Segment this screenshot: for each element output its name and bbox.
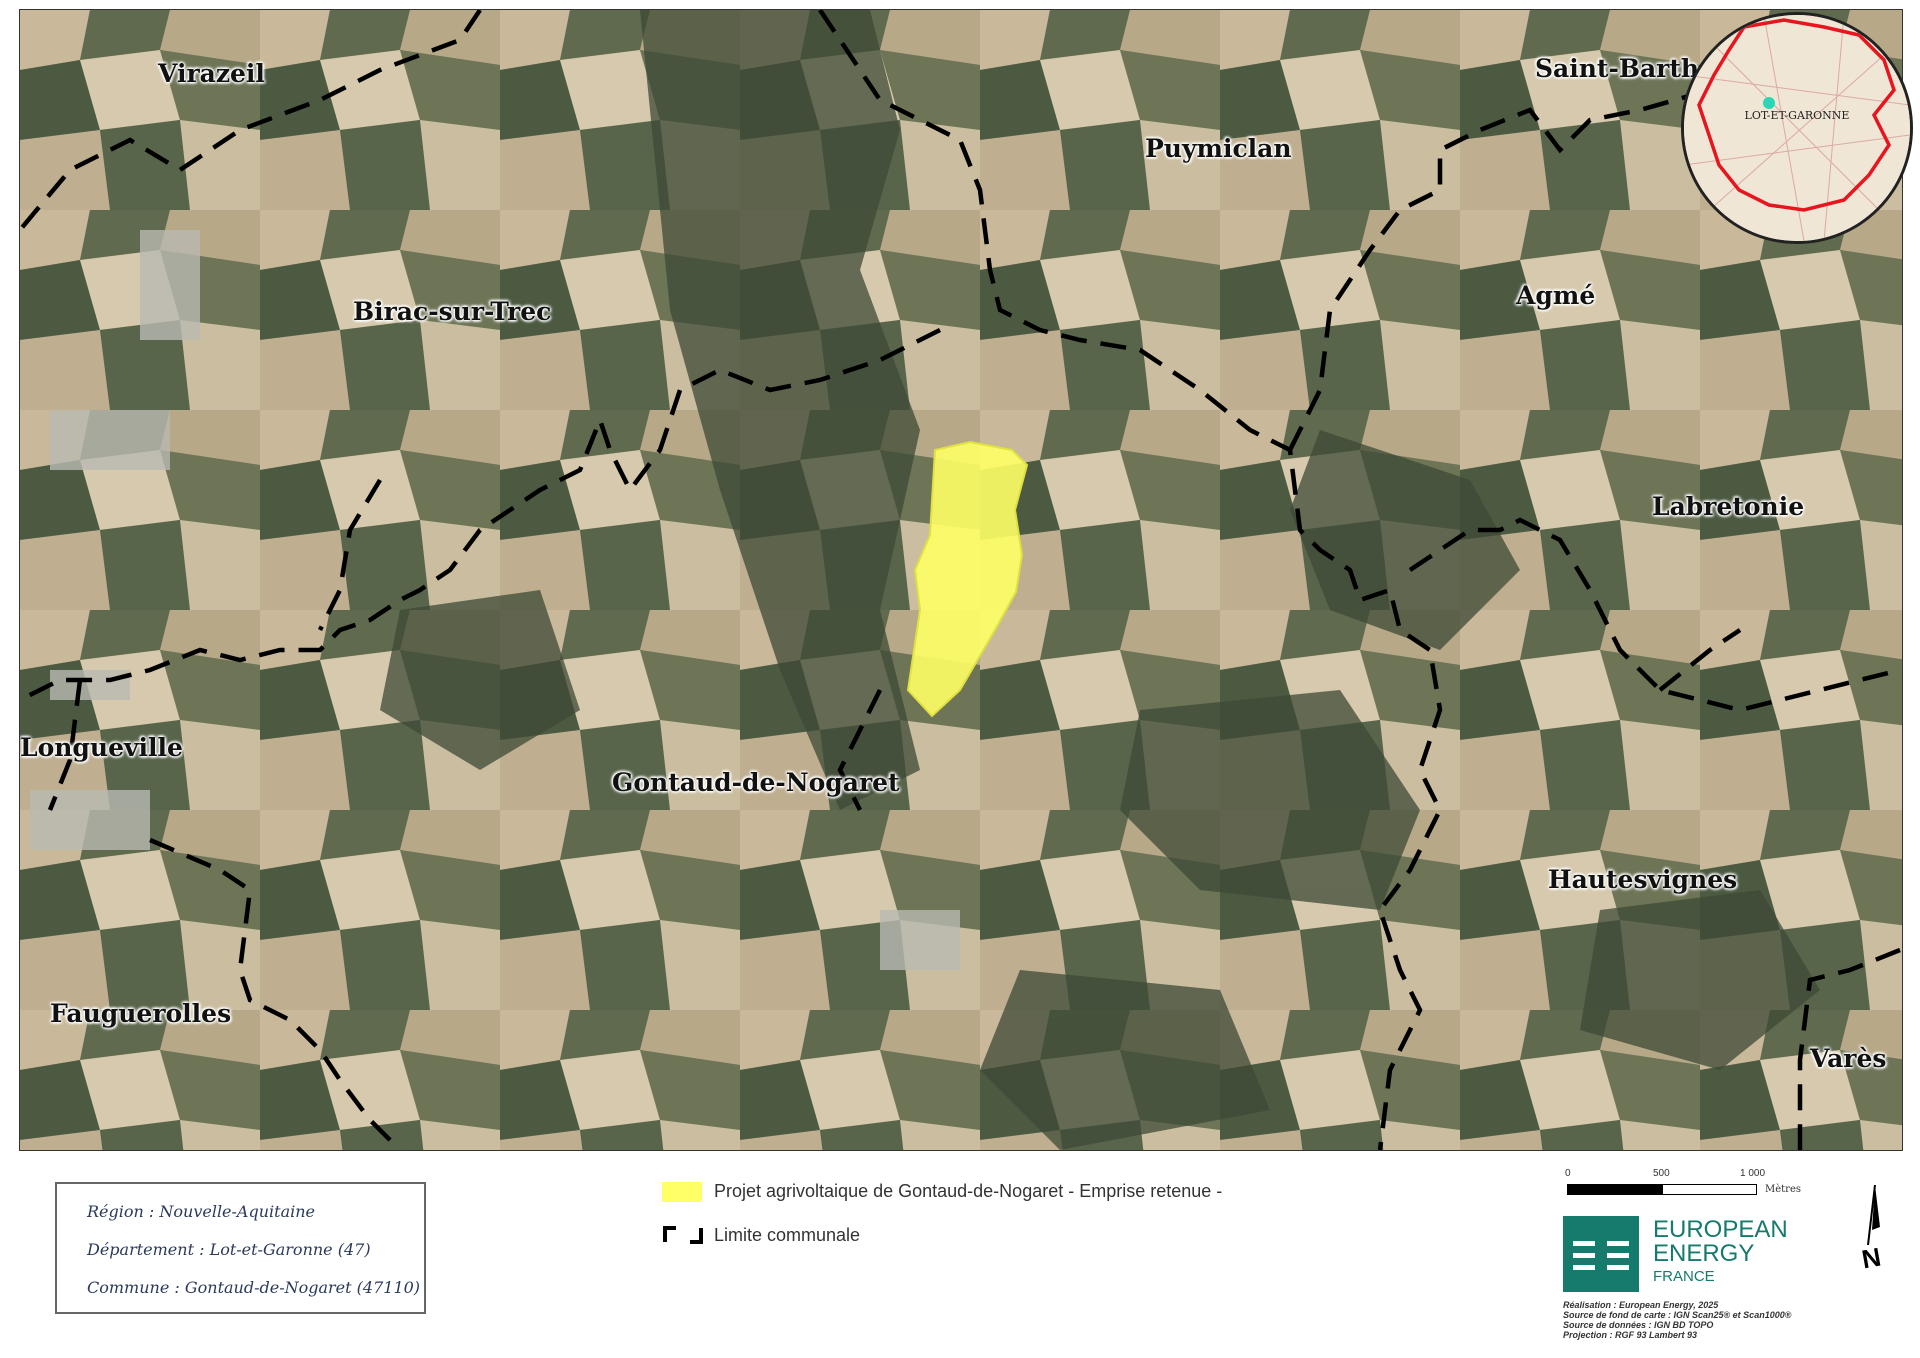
map-credits: Réalisation : European Energy, 2025 Sour… <box>1563 1300 1791 1340</box>
legend-boundary-symbol <box>663 1226 703 1244</box>
commune-label-fauguerolles: Fauguerolles <box>50 999 232 1028</box>
credit-donnees: Source de données : IGN BD TOPO <box>1563 1320 1714 1330</box>
legend-project: Projet agrivoltaique de Gontaud-de-Nogar… <box>662 1181 1222 1202</box>
scale-tick-0: 0 <box>1565 1168 1571 1179</box>
commune-label-vares: Varès <box>1810 1044 1887 1073</box>
commune-label-agme: Agmé <box>1516 281 1596 310</box>
commune-label-longueville: Longueville <box>20 733 183 762</box>
scale-tick-500: 500 <box>1653 1168 1670 1179</box>
logo-line-3: FRANCE <box>1653 1268 1715 1285</box>
scale-unit: Mètres <box>1765 1184 1802 1195</box>
commune-label-virazeil: Virazeil <box>158 59 265 88</box>
commune-label-birac: Birac-sur-Trec <box>353 297 552 326</box>
info-region: Région : Nouvelle-Aquitaine <box>87 1202 316 1221</box>
info-departement: Département : Lot-et-Garonne (47) <box>87 1240 371 1259</box>
legend-boundary-label: Limite communale <box>714 1224 861 1245</box>
aerial-map[interactable]: Virazeil Puymiclan Saint-Barth Birac-sur… <box>19 9 1903 1151</box>
legend-project-label: Projet agrivoltaique de Gontaud-de-Nogar… <box>714 1181 1223 1201</box>
info-commune: Commune : Gontaud-de-Nogaret (47110) <box>87 1278 421 1297</box>
commune-label-labretonie: Labretonie <box>1652 492 1805 521</box>
legend-boundary: Limite communale <box>662 1224 860 1246</box>
scale-segment-black <box>1567 1184 1662 1195</box>
inset-locator-svg: LOT-ET-GARONNE <box>1684 15 1910 241</box>
credit-realisation: Réalisation : European Energy, 2025 <box>1563 1300 1719 1310</box>
scale-bar: 0 500 1 000 Mètres <box>1565 1168 1801 1218</box>
aerial-imagery <box>20 10 1902 1150</box>
commune-label-hautesvignes: Hautesvignes <box>1548 865 1738 894</box>
commune-label-puymiclan: Puymiclan <box>1145 134 1292 163</box>
company-logo: EUROPEAN ENERGY FRANCE <box>1563 1216 1813 1296</box>
logo-mark-icon <box>1563 1216 1639 1292</box>
credit-fond: Source de fond de carte : IGN Scan25® et… <box>1563 1310 1792 1320</box>
legend-project-swatch <box>662 1181 702 1202</box>
commune-label-gontaud: Gontaud-de-Nogaret <box>612 768 900 797</box>
logo-line-2: ENERGY <box>1653 1240 1755 1267</box>
scale-tick-1000: 1 000 <box>1740 1168 1766 1179</box>
info-box: Région : Nouvelle-Aquitaine Département … <box>55 1182 426 1314</box>
inset-label: LOT-ET-GARONNE <box>1745 109 1850 122</box>
credit-projection: Projection : RGF 93 Lambert 93 <box>1563 1330 1698 1340</box>
commune-label-saint-barth: Saint-Barth <box>1535 54 1700 83</box>
north-arrow: N <box>1859 1184 1890 1275</box>
inset-locator-map: LOT-ET-GARONNE <box>1681 12 1913 244</box>
scale-segment-white <box>1662 1184 1757 1195</box>
